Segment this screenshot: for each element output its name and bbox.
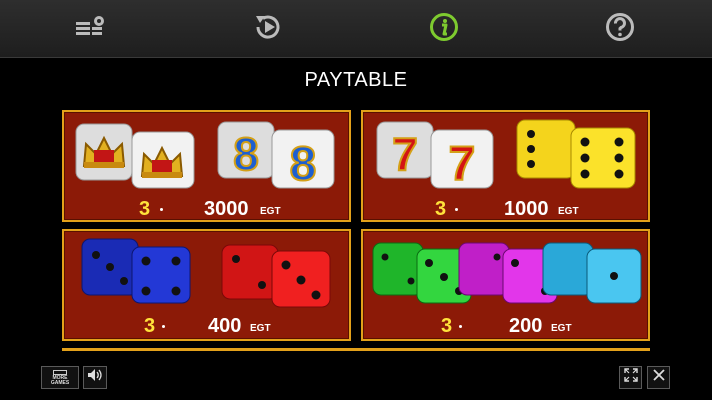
close-icon [652, 368, 666, 387]
seven-die-icon: 7 7 [375, 118, 499, 195]
svg-text:7: 7 [449, 138, 476, 190]
close-button[interactable] [647, 366, 670, 389]
pay-amount: 1000 [504, 198, 549, 220]
crown-die-icon [74, 120, 198, 195]
blue-die-icon [80, 237, 192, 310]
pay-unit: EGT [551, 323, 572, 334]
pay-unit: EGT [558, 206, 579, 217]
paytable-panel-crown-eight: 8 8 3 3000 EGT [62, 110, 351, 222]
separator-dot [455, 208, 458, 211]
separator-dot [162, 325, 165, 328]
pay-count: 3 [144, 315, 156, 337]
speaker-icon [87, 368, 103, 387]
more-games-label-2: GAMES [50, 379, 70, 386]
next-panel-edge [62, 348, 650, 351]
page-title: PAYTABLE [304, 69, 408, 91]
pay-unit: EGT [250, 323, 271, 334]
yellow-die-icon [515, 116, 639, 195]
pay-amount: 3000 [204, 198, 249, 220]
paytable-panel-blue-red: 3 400 EGT [62, 229, 351, 341]
svg-text:7: 7 [392, 128, 418, 180]
pay-amount: 200 [509, 315, 543, 337]
pay-count: 3 [139, 198, 151, 220]
svg-text:8: 8 [233, 128, 259, 180]
svg-text:8: 8 [290, 138, 317, 190]
help-icon [604, 11, 636, 48]
info-button[interactable] [426, 11, 462, 47]
separator-dot [459, 325, 462, 328]
paytable-settings-icon [74, 14, 108, 45]
separator-dot [160, 208, 163, 211]
pay-unit: EGT [260, 206, 281, 217]
top-bar [0, 0, 712, 58]
more-games-button[interactable]: MORE GAMES [41, 366, 79, 389]
sound-button[interactable] [83, 366, 107, 389]
fullscreen-icon [623, 368, 638, 387]
red-die-icon [220, 243, 332, 314]
cyan-die-icon [541, 241, 645, 310]
replay-button[interactable] [250, 11, 286, 47]
more-games-icon [53, 369, 67, 375]
info-icon [428, 11, 460, 48]
paytable-panel-seven-yellow: 7 7 3 1000 EGT [361, 110, 650, 222]
pay-count: 3 [435, 198, 447, 220]
paytable-settings-button[interactable] [73, 11, 109, 47]
replay-icon [251, 10, 285, 49]
paytable-panel-green-magenta-cyan: 3 200 EGT [361, 229, 650, 341]
pay-amount: 400 [208, 315, 242, 337]
help-button[interactable] [602, 11, 638, 47]
eight-die-icon: 8 8 [216, 118, 338, 195]
pay-count: 3 [441, 315, 453, 337]
fullscreen-button[interactable] [619, 366, 642, 389]
